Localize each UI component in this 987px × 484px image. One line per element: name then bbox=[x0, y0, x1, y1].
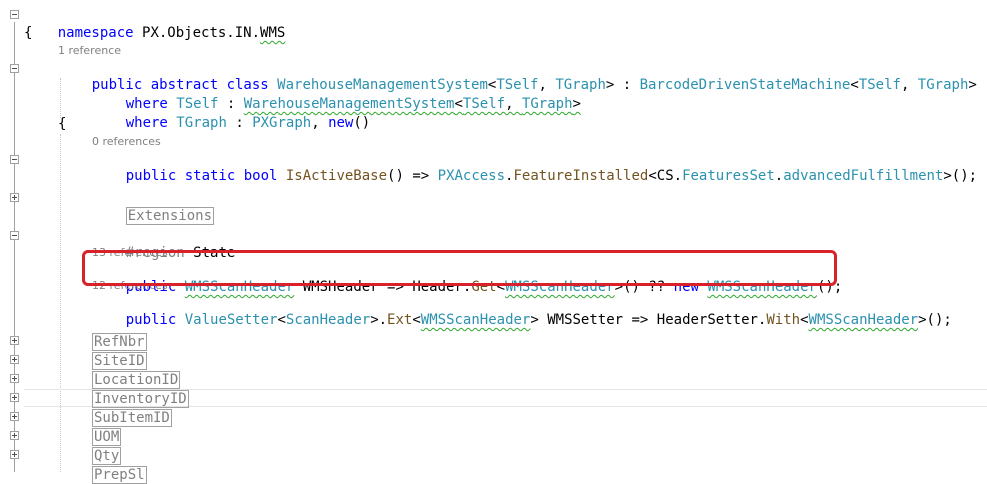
keyword: namespace bbox=[57, 25, 134, 41]
code-line-where-tself: where TSelf : WarehouseManagementSystem<… bbox=[125, 96, 581, 112]
codelens-references[interactable]: 1 reference bbox=[58, 44, 121, 58]
highlight-annotation-box bbox=[82, 250, 837, 286]
expand-uom-icon[interactable] bbox=[10, 431, 19, 440]
collapse-class-icon[interactable] bbox=[10, 64, 19, 73]
collapsed-member-locationid[interactable]: LocationID bbox=[92, 371, 181, 389]
collapsed-member-inventoryid[interactable]: InventoryID bbox=[92, 390, 189, 408]
codelens-references[interactable]: 0 references bbox=[92, 135, 161, 149]
code-line-inner-brace: { bbox=[58, 116, 67, 132]
code-line-brace: { bbox=[24, 25, 33, 41]
collapsed-member-siteid[interactable]: SiteID bbox=[92, 352, 147, 370]
indent-guide bbox=[60, 134, 61, 472]
code-editor[interactable]: namespace PX.Objects.IN.WMS { 1 referenc… bbox=[0, 0, 987, 484]
code-line-isactivebase: public static bool IsActiveBase() => PXA… bbox=[125, 168, 978, 184]
expand-siteid-icon[interactable] bbox=[10, 355, 19, 364]
collapse-namespace-icon[interactable] bbox=[10, 10, 19, 19]
collapse-isactive-icon[interactable] bbox=[10, 155, 19, 164]
code-line-where-tgraph: where TGraph : PXGraph, new() bbox=[125, 115, 371, 131]
code-line-namespace: namespace PX.Objects.IN.WMS bbox=[57, 25, 286, 41]
expand-subitemid-icon[interactable] bbox=[10, 412, 19, 421]
expand-locationid-icon[interactable] bbox=[10, 374, 19, 383]
collapsed-member-subitemid[interactable]: SubItemID bbox=[92, 409, 172, 427]
collapse-region-icon[interactable] bbox=[10, 231, 19, 240]
collapsed-member-uom[interactable]: UOM bbox=[92, 428, 122, 446]
collapsed-region-extensions[interactable]: Extensions bbox=[92, 189, 215, 225]
expand-qty-icon[interactable] bbox=[10, 450, 19, 459]
code-line-region: #region State bbox=[125, 245, 236, 261]
expand-inventoryid-icon[interactable] bbox=[10, 393, 19, 402]
code-line-class: public abstract class WarehouseManagemen… bbox=[91, 77, 977, 93]
collapsed-member-refnbr[interactable]: RefNbr bbox=[92, 333, 147, 351]
outline-guide bbox=[14, 22, 15, 472]
code-line-wmssetter: public ValueSetter<ScanHeader>.Ext<WMSSc… bbox=[125, 312, 952, 328]
collapsed-member-prepsl[interactable]: PrepSl bbox=[92, 466, 147, 484]
expand-extensions-icon[interactable] bbox=[10, 193, 19, 202]
expand-refnbr-icon[interactable] bbox=[10, 336, 19, 345]
collapsed-member-qty[interactable]: Qty bbox=[92, 447, 122, 465]
